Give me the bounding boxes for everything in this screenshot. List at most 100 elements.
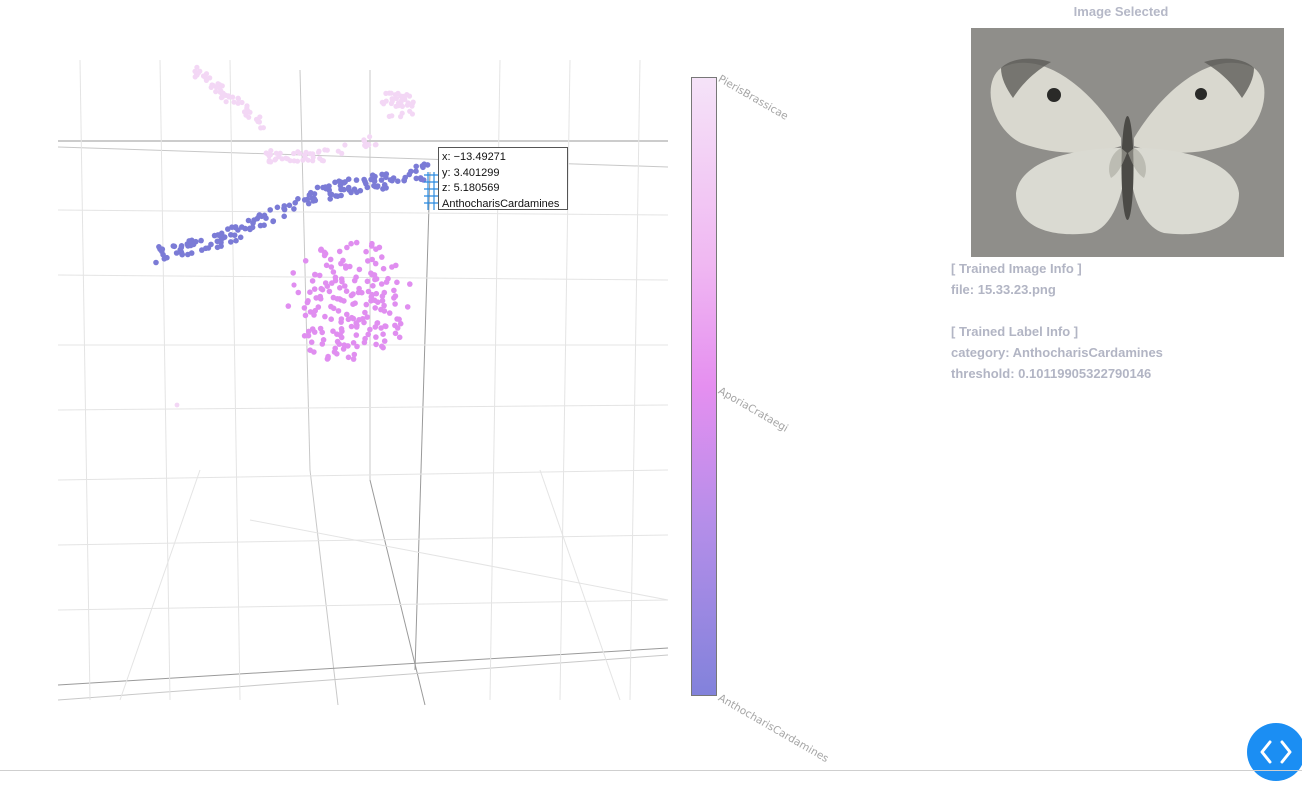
point-anthochariscardamines[interactable] [274,204,281,211]
point-aporiacrataegi[interactable] [404,304,411,310]
point-aporiacrataegi[interactable] [322,280,329,286]
point-pierisbrassicae[interactable] [202,74,208,80]
point-aporiacrataegi[interactable] [302,258,309,264]
point-pierisbrassicae[interactable] [192,74,198,80]
point-anthochariscardamines[interactable] [291,206,297,212]
point-aporiacrataegi[interactable] [350,340,357,346]
point-anthochariscardamines[interactable] [208,241,214,248]
point-pierisbrassicae[interactable] [247,109,253,115]
point-pierisbrassicae[interactable] [210,82,216,88]
point-pierisbrassicae[interactable] [276,153,282,160]
scatter-3d-svg[interactable] [0,0,940,772]
point-aporiacrataegi[interactable] [378,281,385,287]
point-anthochariscardamines[interactable] [281,203,288,209]
point-anthochariscardamines[interactable] [401,177,408,184]
point-aporiacrataegi[interactable] [369,256,376,263]
point-pierisbrassicae[interactable] [218,95,224,101]
point-aporiacrataegi[interactable] [373,334,379,340]
point-aporiacrataegi[interactable] [367,326,373,333]
point-aporiacrataegi[interactable] [319,341,326,347]
point-anthochariscardamines[interactable] [383,185,389,191]
point-anthochariscardamines[interactable] [231,232,238,238]
point-anthochariscardamines[interactable] [413,163,420,170]
point-anthochariscardamines[interactable] [250,220,256,226]
point-pierisbrassicae[interactable] [287,158,293,164]
point-pierisbrassicae[interactable] [367,134,373,140]
point-aporiacrataegi[interactable] [362,309,368,316]
point-aporiacrataegi[interactable] [392,330,399,337]
point-aporiacrataegi[interactable] [348,292,355,299]
point-pierisbrassicae[interactable] [267,152,273,158]
point-aporiacrataegi[interactable] [368,294,375,300]
point-anthochariscardamines[interactable] [378,177,385,183]
point-aporiacrataegi[interactable] [326,288,333,295]
point-anthochariscardamines[interactable] [413,175,420,182]
point-aporiacrataegi[interactable] [311,312,317,318]
point-aporiacrataegi[interactable] [309,278,316,284]
point-anthochariscardamines[interactable] [308,189,314,196]
point-pierisbrassicae[interactable] [342,142,348,148]
point-aporiacrataegi[interactable] [307,347,314,354]
point-aporiacrataegi[interactable] [380,331,386,338]
point-anthochariscardamines[interactable] [281,213,288,220]
point-anthochariscardamines[interactable] [311,196,318,202]
point-anthochariscardamines[interactable] [203,245,209,252]
point-aporiacrataegi[interactable] [369,271,376,278]
point-aporiacrataegi[interactable] [394,279,400,286]
point-aporiacrataegi[interactable] [339,328,345,335]
point-aporiacrataegi[interactable] [373,341,379,348]
point-anthochariscardamines[interactable] [420,164,426,171]
point-pierisbrassicae[interactable] [295,149,301,155]
point-anthochariscardamines[interactable] [178,244,185,251]
point-pierisbrassicae[interactable] [192,68,198,74]
point-anthochariscardamines[interactable] [228,239,234,245]
point-aporiacrataegi[interactable] [391,287,397,294]
point-aporiacrataegi[interactable] [392,293,399,299]
point-anthochariscardamines[interactable] [267,207,274,213]
point-anthochariscardamines[interactable] [190,241,197,248]
point-pierisbrassicae[interactable] [388,90,394,96]
point-aporiacrataegi[interactable] [345,316,352,323]
point-anthochariscardamines[interactable] [211,232,218,239]
point-aporiacrataegi[interactable] [386,310,393,316]
point-aporiacrataegi[interactable] [343,288,350,295]
point-aporiacrataegi[interactable] [373,290,380,297]
point-anthochariscardamines[interactable] [314,184,321,191]
point-aporiacrataegi[interactable] [396,316,402,323]
point-aporiacrataegi[interactable] [336,341,343,347]
point-aporiacrataegi[interactable] [330,305,337,312]
point-pierisbrassicae[interactable] [235,100,241,106]
point-pierisbrassicae[interactable] [310,154,316,160]
point-aporiacrataegi[interactable] [361,319,367,326]
point-aporiacrataegi[interactable] [331,349,338,355]
point-pierisbrassicae[interactable] [389,96,395,102]
point-aporiacrataegi[interactable] [304,299,311,306]
point-aporiacrataegi[interactable] [338,316,345,322]
point-pierisbrassicae[interactable] [379,99,385,105]
point-aporiacrataegi[interactable] [353,332,360,338]
point-anthochariscardamines[interactable] [270,218,276,225]
point-pierisbrassicae[interactable] [294,158,301,164]
point-aporiacrataegi[interactable] [361,339,368,346]
point-aporiacrataegi[interactable] [374,320,381,326]
point-aporiacrataegi[interactable] [385,275,391,282]
point-aporiacrataegi[interactable] [332,274,339,281]
point-anthochariscardamines[interactable] [173,250,180,256]
point-aporiacrataegi[interactable] [319,329,326,336]
point-pierisbrassicae[interactable] [335,148,341,154]
point-aporiacrataegi[interactable] [334,331,340,338]
point-pierisbrassicae[interactable] [361,137,367,143]
point-pierisbrassicae[interactable] [398,114,404,120]
point-anthochariscardamines[interactable] [170,243,177,249]
point-anthochariscardamines[interactable] [216,232,223,239]
point-pierisbrassicae[interactable] [388,100,394,107]
point-aporiacrataegi[interactable] [372,305,379,311]
point-anthochariscardamines[interactable] [254,215,261,222]
point-pierisbrassicae[interactable] [213,89,219,95]
point-aporiacrataegi[interactable] [370,283,376,289]
point-anthochariscardamines[interactable] [353,177,360,183]
point-aporiacrataegi[interactable] [348,240,354,247]
point-pierisbrassicae[interactable] [322,147,328,153]
point-aporiacrataegi[interactable] [305,328,312,335]
point-anthochariscardamines[interactable] [292,200,299,206]
